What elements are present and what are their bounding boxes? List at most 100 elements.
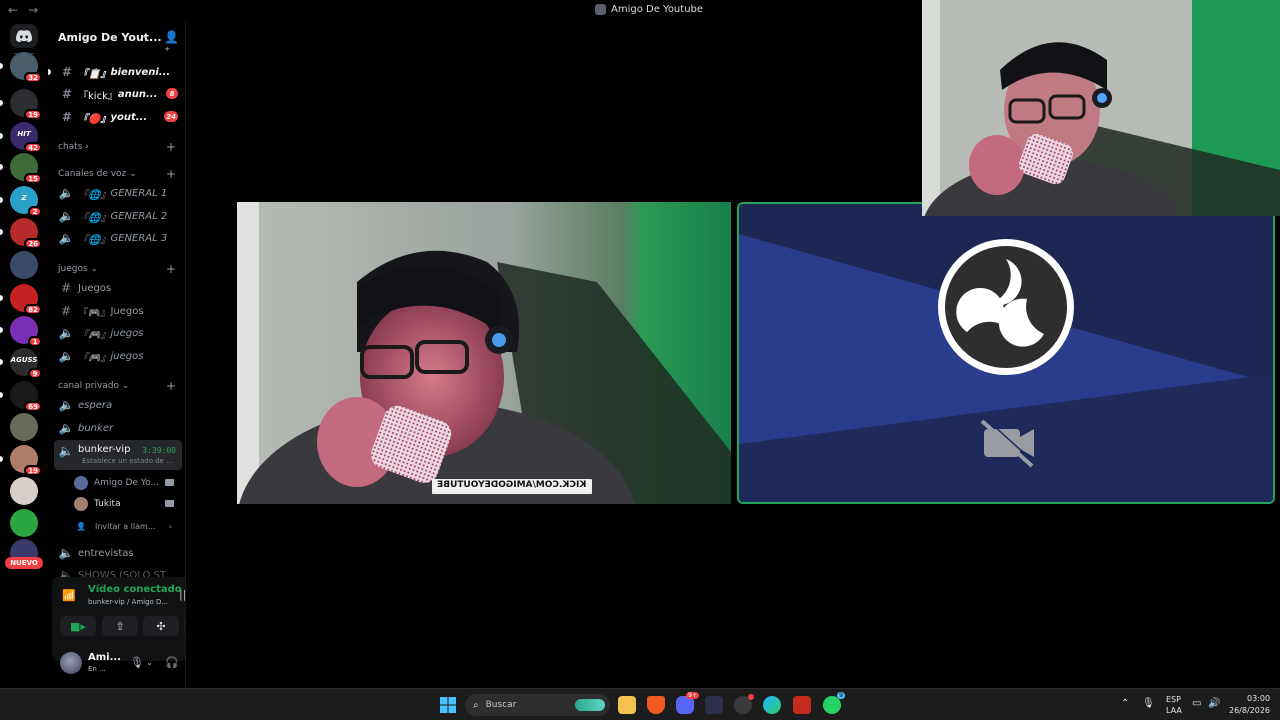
channel-prefix: 『🔴』 (78, 113, 111, 125)
forward-arrow-icon[interactable]: → (28, 3, 38, 17)
hashtag-icon: # (60, 281, 72, 295)
server-icon[interactable]: 15 (10, 153, 42, 184)
mention-badge: 24 (164, 111, 178, 122)
channel-juegos-2[interactable]: # 『🎮』 Juegos (54, 300, 182, 322)
server-icon[interactable]: HIT 42 (10, 122, 42, 153)
unread-pill (0, 327, 3, 333)
camera-toggle-button[interactable]: ■▸ (60, 616, 96, 636)
server-icon[interactable]: 26 (10, 218, 42, 249)
screen-share-button[interactable]: ⇧ (102, 616, 138, 636)
keyboard-layout[interactable]: LAA (1166, 706, 1182, 715)
voice-channel-juegos[interactable]: 🔈 『🎮』 juegos (54, 322, 182, 344)
category-voz[interactable]: Canales de voz ⌄ + (58, 167, 182, 181)
back-arrow-icon[interactable]: ← (8, 3, 18, 17)
server-icon[interactable]: 32 (10, 52, 42, 83)
voice-channel-general-2[interactable]: 🔈 『🌐』 GENERAL 2 (54, 205, 182, 227)
nuevo-badge: NUEVO (5, 557, 43, 569)
game-launcher-icon[interactable] (705, 696, 723, 714)
add-channel-icon[interactable]: + (166, 167, 176, 181)
channel-bienvenida[interactable]: # 『📋』 bienveni... (54, 61, 182, 83)
soundboard-button[interactable]: ♫ (184, 616, 185, 636)
headphones-icon[interactable]: 🎧 (165, 656, 179, 669)
channel-status[interactable]: Establece un estado de ... (82, 457, 173, 465)
speaker-icon: 🔈 (58, 398, 74, 412)
invite-people-icon[interactable]: 👤⁺ (164, 30, 185, 58)
server-icon[interactable] (10, 413, 38, 441)
voice-channel-bunker[interactable]: 🔈 bunker (54, 417, 182, 439)
channel-name: bunker (78, 422, 114, 434)
server-icon[interactable]: 69 (10, 381, 42, 412)
taskbar-search[interactable]: ⌕ Buscar (465, 694, 610, 716)
media-app-icon[interactable] (793, 696, 811, 714)
voice-channel-juegos-2[interactable]: 🔈 『🎮』 juegos (54, 345, 182, 367)
video-stage: KICK.COM/AMIGODEYOUTUBE (187, 0, 1280, 688)
discord-home-button[interactable] (10, 24, 38, 48)
category-juegos[interactable]: juegos ⌄ + (58, 262, 182, 276)
activities-button[interactable]: ✣ (143, 616, 179, 636)
category-privado[interactable]: canal privado ⌄ + (58, 379, 182, 393)
clock-time[interactable]: 03:00 (1247, 694, 1270, 703)
server-icon[interactable]: Z2 (10, 186, 42, 217)
channel-name: yout... (110, 111, 148, 123)
voice-user-name: Tukita (94, 499, 121, 509)
discord-taskbar-icon[interactable]: 9+ (676, 692, 699, 714)
clock-date[interactable]: 26/8/2026 (1229, 706, 1270, 715)
voice-status-title[interactable]: Vídeo conectado (88, 584, 182, 595)
category-chats[interactable]: chats › + (58, 140, 182, 154)
whatsapp-icon[interactable]: 9 (823, 692, 845, 714)
nav-arrows: ← → (8, 3, 38, 17)
screen-share-tile[interactable] (737, 202, 1275, 504)
unread-pill (0, 100, 3, 106)
voice-channel-bunker-vip[interactable]: 🔈 bunker-vip 3:39:00 Establece un estado… (54, 440, 182, 470)
voice-channel-entrevistas[interactable]: 🔈 entrevistas (54, 542, 182, 564)
add-channel-icon[interactable]: + (166, 262, 176, 276)
channel-juegos[interactable]: # Juegos (54, 277, 182, 299)
server-icon[interactable] (10, 251, 38, 279)
server-icon[interactable] (10, 509, 38, 537)
voice-channel-general-1[interactable]: 🔈 『🌐』 GENERAL 1 (54, 182, 182, 204)
chevron-down-icon[interactable]: ⌄ (146, 658, 153, 667)
tray-chevron-up-icon[interactable]: ⌃ (1121, 698, 1129, 709)
voice-user[interactable]: Amigo De Yo... (74, 473, 178, 493)
file-explorer-icon[interactable] (618, 696, 636, 714)
server-menu-chevron-icon[interactable]: ⌄ (141, 31, 149, 41)
window-title-text: Amigo De Youtube (611, 4, 704, 15)
server-icon[interactable] (10, 477, 38, 505)
tray-mic-icon[interactable]: 🎙 (1142, 698, 1155, 709)
user-avatar[interactable] (60, 652, 82, 674)
server-icon[interactable]: 1 (10, 316, 42, 347)
windows-start-icon[interactable] (440, 697, 456, 713)
speaker-icon: 🔈 (58, 186, 74, 200)
network-icon[interactable]: ▭ (1192, 698, 1201, 709)
voice-user[interactable]: Tukita (74, 494, 178, 514)
mention-badge: 8 (166, 88, 178, 99)
brave-browser-icon[interactable] (647, 696, 665, 714)
self-view-pip[interactable] (922, 0, 1280, 216)
user-name[interactable]: Ami... (88, 652, 121, 663)
obs-taskbar-icon[interactable] (734, 694, 754, 714)
input-language[interactable]: ESP (1166, 695, 1181, 704)
server-icon[interactable]: 19 (10, 445, 42, 476)
notification-badge: 9 (837, 692, 845, 699)
voice-channel-espera[interactable]: 🔈 espera (54, 394, 182, 416)
avatar (74, 476, 88, 490)
server-icon[interactable]: 82 (10, 284, 42, 315)
search-placeholder: Buscar (485, 700, 517, 710)
server-icon[interactable]: AGUSS 9 (10, 348, 42, 379)
microphone-icon[interactable]: 🎙 (130, 656, 144, 669)
noise-suppression-icon[interactable]: ||| (179, 588, 185, 601)
mention-badge: 9 (28, 368, 42, 379)
server-icon[interactable]: 19 (10, 89, 42, 120)
channel-youtube[interactable]: # 『🔴』 yout... 24 (54, 106, 182, 128)
add-channel-icon[interactable]: + (166, 140, 176, 154)
invite-to-call[interactable]: 👤 Invitar a llam... › (74, 516, 178, 536)
voice-channel-general-3[interactable]: 🔈 『🌐』 GENERAL 3 (54, 227, 182, 249)
add-channel-icon[interactable]: + (166, 379, 176, 393)
signal-icon[interactable]: 📶 (62, 589, 76, 602)
edge-browser-icon[interactable] (763, 696, 781, 714)
chevron-down-icon[interactable]: ⌄ (184, 658, 185, 667)
channel-anuncios[interactable]: # 『kick』 anun... 8 (54, 83, 182, 105)
volume-icon[interactable]: 🔊 (1208, 698, 1220, 709)
channel-prefix: 『🌐』 (78, 212, 111, 224)
camera-video-tile[interactable]: KICK.COM/AMIGODEYOUTUBE (237, 202, 731, 504)
